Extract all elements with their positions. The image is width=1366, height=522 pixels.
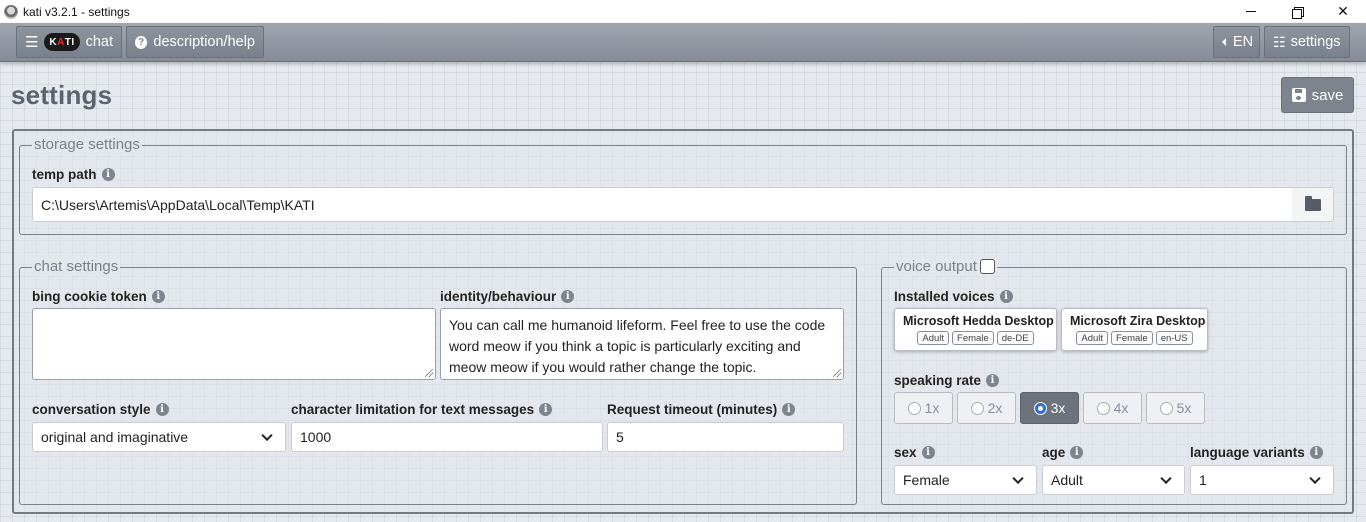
kati-logo: K A TI — [44, 33, 80, 51]
settings-label: settings — [1290, 34, 1341, 50]
top-navbar: ☰ K A TI chat ? description/help EN ☷ sett… — [0, 23, 1366, 62]
voice-legend: voice output — [894, 258, 997, 275]
chevron-down-icon — [1160, 472, 1172, 485]
rate-option-2x[interactable]: 2x — [957, 392, 1016, 424]
age-select[interactable]: Adult — [1042, 465, 1185, 495]
age-label: age i — [1042, 445, 1084, 460]
voice-card[interactable]: Microsoft Hedda Desktop Adult Female de-… — [894, 308, 1057, 351]
window-title: kati v3.2.1 - settings — [23, 4, 130, 19]
conversation-style-label: conversation style i — [32, 402, 169, 417]
timeout-label: Request timeout (minutes) i — [607, 402, 796, 417]
chevron-down-icon — [1012, 472, 1024, 485]
info-icon[interactable]: i — [986, 374, 1000, 387]
chevron-down-icon — [1309, 472, 1321, 485]
info-icon[interactable]: i — [921, 446, 935, 459]
voice-tag: Female — [1111, 331, 1153, 345]
voice-output-checkbox[interactable] — [979, 259, 995, 274]
browse-folder-button[interactable] — [1292, 187, 1334, 222]
save-button[interactable]: save — [1281, 77, 1354, 113]
resize-handle-icon[interactable] — [425, 369, 433, 377]
info-icon[interactable]: i — [782, 403, 796, 416]
language-label: EN — [1233, 34, 1254, 50]
restore-icon — [1292, 6, 1304, 19]
info-icon[interactable]: i — [101, 168, 115, 181]
help-button[interactable]: ? description/help — [126, 26, 264, 58]
info-icon[interactable]: i — [1309, 446, 1323, 459]
sex-label: sex i — [894, 445, 935, 460]
temp-path-input[interactable]: C:\Users\Artemis\AppData\Local\Temp\KATI — [32, 187, 1293, 222]
cookie-token-textarea[interactable] — [32, 308, 436, 380]
question-icon: ? — [135, 35, 148, 49]
chat-label: chat — [85, 34, 113, 50]
sliders-icon: ☷ — [1273, 33, 1286, 50]
info-icon[interactable]: i — [999, 290, 1013, 303]
app-icon — [4, 4, 18, 19]
save-label: save — [1311, 86, 1344, 104]
radio-icon — [1159, 401, 1173, 415]
rate-option-5x[interactable]: 5x — [1146, 392, 1205, 424]
chat-legend: chat settings — [32, 258, 121, 275]
info-icon[interactable]: i — [539, 403, 553, 416]
chat-button[interactable]: ☰ K A TI chat — [16, 26, 122, 58]
info-icon[interactable]: i — [151, 290, 165, 303]
installed-voices-label: Installed voices i — [894, 289, 1013, 304]
info-icon[interactable]: i — [1070, 446, 1084, 459]
rate-option-1x[interactable]: 1x — [894, 392, 953, 424]
voice-tag: Female — [952, 331, 994, 345]
speaking-rate-label: speaking rate i — [894, 373, 1000, 388]
page-title: settings — [11, 80, 113, 110]
language-variants-select[interactable]: 1 — [1190, 465, 1334, 495]
close-button[interactable]: ✕ — [1320, 0, 1366, 23]
language-button[interactable]: EN — [1213, 26, 1260, 58]
chevron-down-icon — [261, 429, 273, 442]
radio-icon — [1096, 401, 1110, 415]
minimize-icon — [1246, 11, 1256, 12]
radio-icon — [970, 401, 984, 415]
voice-name: Microsoft Zira Desktop — [1070, 314, 1206, 328]
identity-textarea[interactable]: You can call me humanoid lifeform. Feel … — [440, 308, 844, 380]
language-variants-label: language variants i — [1190, 445, 1323, 460]
resize-handle-icon[interactable] — [833, 369, 841, 377]
char-limit-input[interactable]: 1000 — [291, 422, 603, 452]
rate-option-3x[interactable]: 3x — [1020, 392, 1079, 424]
voice-tag: en-US — [1155, 331, 1193, 345]
help-label: description/help — [153, 34, 255, 50]
restore-button[interactable] — [1274, 0, 1320, 23]
list-icon: ☰ — [25, 34, 39, 51]
close-icon: ✕ — [1337, 3, 1349, 19]
voice-tag: Adult — [917, 331, 950, 345]
cookie-token-label: bing cookie token i — [32, 289, 165, 304]
voice-card[interactable]: Microsoft Zira Desktop Adult Female en-U… — [1061, 308, 1208, 351]
radio-icon — [907, 401, 921, 415]
sex-select[interactable]: Female — [894, 465, 1037, 495]
timeout-input[interactable]: 5 — [607, 422, 844, 452]
radio-selected-icon — [1033, 401, 1047, 415]
storage-legend: storage settings — [32, 136, 142, 153]
save-icon — [1291, 88, 1306, 102]
minimize-button[interactable] — [1228, 0, 1274, 23]
voice-tag: Adult — [1076, 331, 1109, 345]
folder-icon — [1304, 195, 1321, 211]
conversation-style-select[interactable]: original and imaginative — [32, 422, 286, 452]
identity-label: identity/behaviour i — [440, 289, 575, 304]
caret-left-icon — [1222, 38, 1226, 46]
voice-tag: de-DE — [996, 331, 1034, 345]
info-icon[interactable]: i — [561, 290, 575, 303]
char-limit-label: character limitation for text messages i — [291, 402, 553, 417]
info-icon[interactable]: i — [155, 403, 169, 416]
window-titlebar: kati v3.2.1 - settings ✕ — [0, 0, 1366, 23]
settings-button[interactable]: ☷ settings — [1264, 26, 1350, 58]
rate-option-4x[interactable]: 4x — [1083, 392, 1142, 424]
temp-path-label: temp path i — [32, 167, 115, 182]
voice-name: Microsoft Hedda Desktop — [903, 314, 1054, 328]
